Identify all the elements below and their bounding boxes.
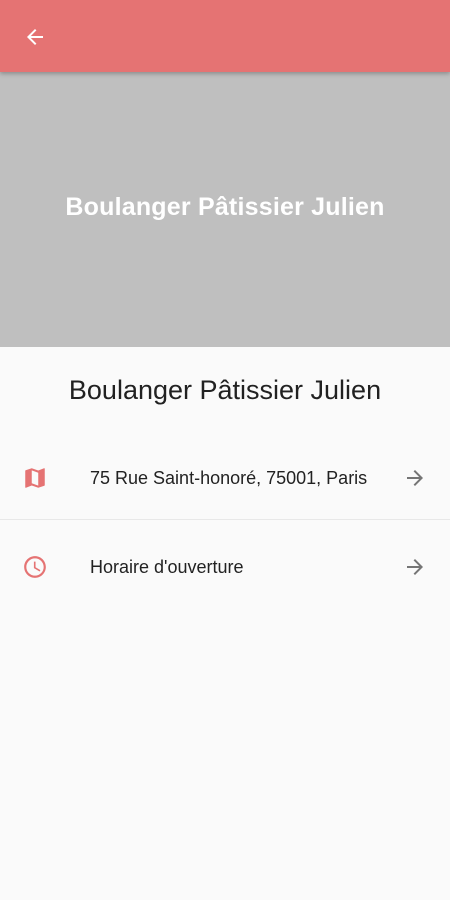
hero-image-placeholder: Boulanger Pâtissier Julien [0, 72, 450, 347]
map-icon [20, 463, 50, 493]
address-item[interactable]: 75 Rue Saint-honoré, 75001, Paris [0, 436, 450, 520]
back-button[interactable] [14, 16, 56, 58]
arrow-left-icon [27, 29, 43, 45]
clock-icon [20, 552, 50, 582]
opening-hours-item[interactable]: Horaire d'ouverture [0, 521, 450, 613]
arrow-right-icon[interactable] [402, 554, 428, 580]
app-bar [0, 0, 450, 72]
restaurant-detail-screen: Boulanger Pâtissier Julien Boulanger Pât… [0, 0, 450, 900]
opening-hours-text: Horaire d'ouverture [90, 557, 244, 577]
arrow-right-icon[interactable] [402, 465, 428, 491]
hero-title: Boulanger Pâtissier Julien [65, 193, 385, 221]
address-text: 75 Rue Saint-honoré, 75001, Paris [90, 467, 368, 488]
shop-name: Boulanger Pâtissier Julien [68, 375, 382, 405]
